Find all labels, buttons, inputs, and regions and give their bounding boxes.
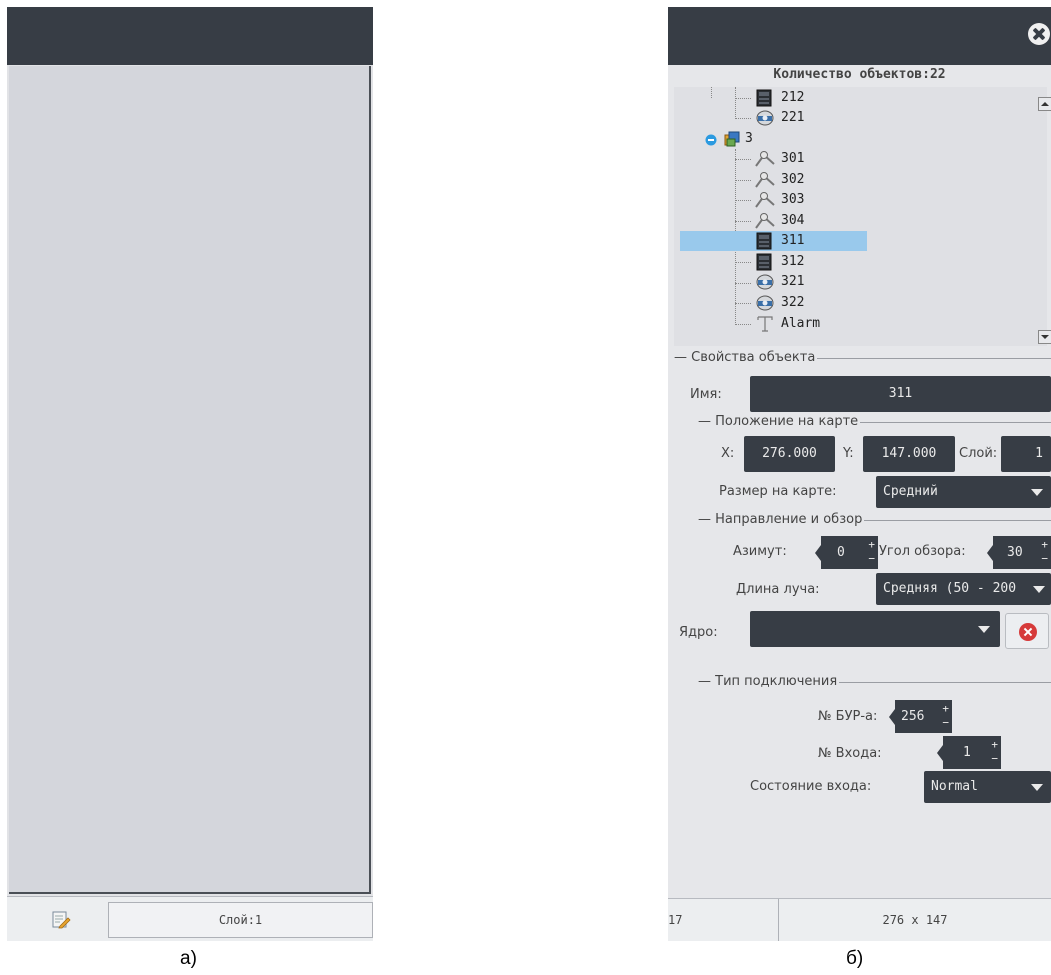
window-titlebar [7, 7, 373, 65]
name-label: Имя: [690, 387, 722, 402]
section-title-connection-type: — Тип подключения [696, 674, 840, 689]
decrement-icon[interactable]: − [1041, 553, 1048, 564]
group-folder-icon [723, 130, 741, 148]
view-angle-spinner[interactable]: 30 + − [987, 536, 1051, 569]
camera-icon [756, 109, 774, 127]
core-select[interactable] [750, 611, 1000, 647]
sensor-icon [754, 171, 775, 189]
layer-label: Слой: [959, 446, 998, 461]
panel-device-icon [756, 232, 774, 250]
sensor-icon [754, 212, 775, 230]
input-state-select[interactable]: Normal [924, 771, 1051, 803]
camera-icon [756, 294, 774, 312]
chevron-down-icon [1031, 784, 1043, 791]
section-title-object-properties: — Свойства объекта [672, 350, 818, 365]
layer-field[interactable]: 1 [1001, 436, 1051, 472]
x-coordinate-field[interactable]: 276.000 [744, 436, 835, 472]
core-label: Ядро: [679, 625, 718, 640]
edit-note-icon[interactable] [51, 909, 71, 929]
y-coordinate-field[interactable]: 147.000 [863, 436, 955, 472]
panel-device-icon [756, 89, 774, 107]
panel-device-icon [756, 253, 774, 271]
decrement-icon[interactable]: − [942, 717, 949, 728]
scroll-up-button[interactable] [1038, 97, 1051, 111]
name-field[interactable]: 311 [750, 376, 1051, 412]
clear-core-button[interactable] [1005, 613, 1049, 649]
scroll-down-button[interactable] [1038, 330, 1051, 344]
object-tree[interactable]: 212 221 3 301 302 303 304 311 312 321 32… [674, 87, 1051, 346]
close-icon[interactable] [1028, 23, 1050, 45]
camera-icon [756, 273, 774, 291]
input-number-label: № Входа: [818, 746, 882, 761]
input-number-spinner[interactable]: 1 + − [937, 736, 1001, 769]
map-size-select[interactable]: Средний [876, 476, 1051, 508]
decrement-icon[interactable]: − [991, 753, 998, 764]
increment-icon[interactable]: + [991, 739, 998, 750]
input-state-label: Состояние входа: [750, 779, 872, 794]
map-size-label: Размер на карте: [719, 484, 837, 499]
x-label: X: [721, 446, 735, 461]
clear-icon [1019, 623, 1037, 641]
sensor-icon [754, 191, 775, 209]
figure-label-b: б) [846, 948, 864, 969]
layer-indicator: Слой:1 [108, 902, 373, 938]
map-canvas[interactable] [9, 66, 371, 894]
cursor-coordinates: 276 x 147 [778, 899, 1051, 941]
chevron-down-icon [1033, 586, 1045, 593]
status-bar: Слой:1 [7, 896, 373, 941]
increment-icon[interactable]: + [868, 539, 875, 550]
panel-a-window: Слой:1 [7, 7, 373, 941]
sensor-icon [754, 150, 775, 168]
section-title-direction: — Направление и обзор [696, 512, 865, 527]
figure-label-a: а) [180, 948, 197, 969]
collapse-icon[interactable] [705, 133, 717, 146]
beam-length-select[interactable]: Средняя (50 - 200 [876, 573, 1051, 605]
azimuth-spinner[interactable]: 0 + − [815, 536, 878, 569]
beam-length-label: Длина луча: [736, 582, 820, 597]
y-label: Y: [843, 446, 854, 461]
panel-b-window: Количество объектов:22 212 221 3 301 302… [668, 7, 1051, 941]
window-titlebar [668, 7, 1051, 65]
bur-number-spinner[interactable]: 256 + − [889, 700, 952, 733]
decrement-icon[interactable]: − [868, 553, 875, 564]
azimuth-label: Азимут: [733, 544, 787, 559]
bur-number-label: № БУР-а: [818, 709, 878, 724]
text-icon [756, 315, 774, 333]
increment-icon[interactable]: + [1041, 539, 1048, 550]
view-angle-label: Угол обзора: [879, 544, 966, 559]
chevron-down-icon [978, 626, 990, 633]
status-bar: 17 276 x 147 [668, 898, 1051, 941]
chevron-down-icon [1031, 489, 1043, 496]
status-left-text: 17 [668, 913, 683, 927]
section-title-map-position: — Положение на карте [696, 414, 861, 429]
object-count-header: Количество объектов:22 [773, 67, 946, 82]
increment-icon[interactable]: + [942, 703, 949, 714]
